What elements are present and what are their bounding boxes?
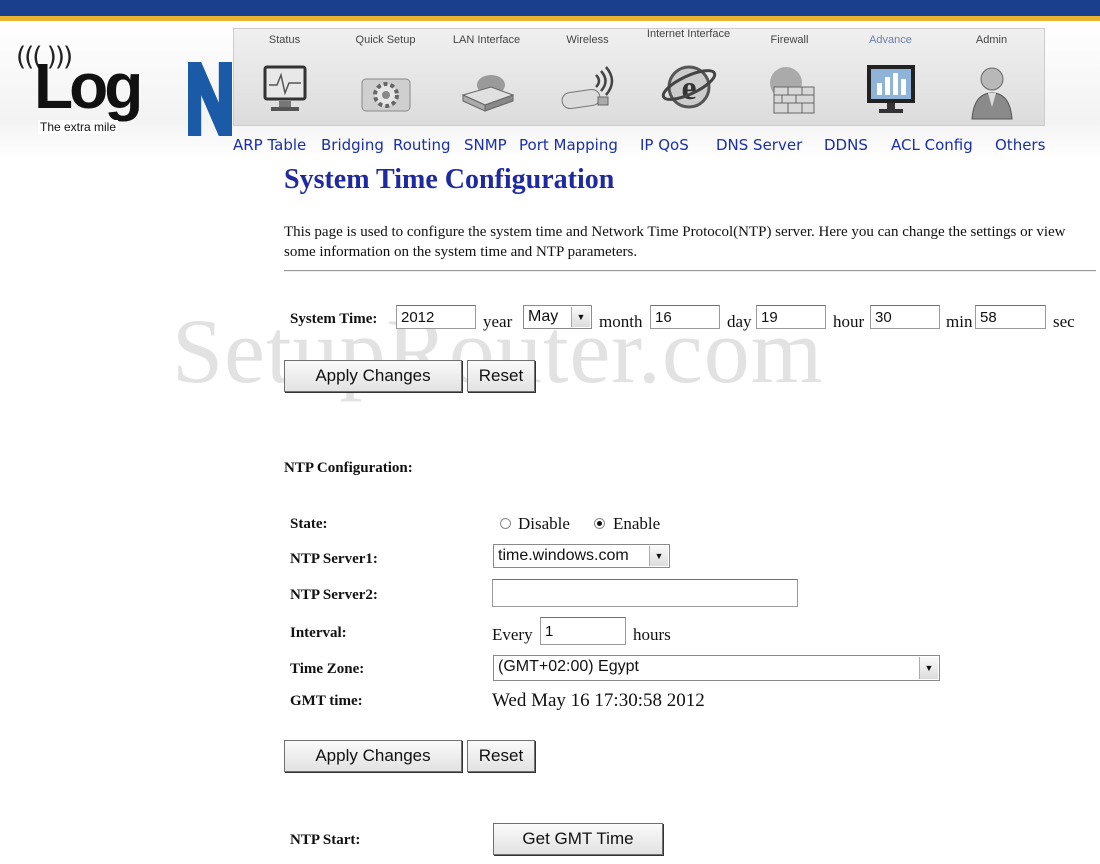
nav-acl-config[interactable]: ACL Config [891, 136, 973, 154]
logo-n-icon [188, 62, 232, 136]
nav-arp-table[interactable]: ARP Table [233, 136, 306, 154]
month-select[interactable]: May ▼ [523, 305, 592, 329]
chevron-down-icon: ▼ [919, 657, 938, 679]
min-label: min [946, 312, 973, 331]
time-zone-value: (GMT+02:00) Egypt [498, 658, 639, 675]
tab-label: LAN Interface [452, 34, 521, 46]
sec-input[interactable] [975, 305, 1046, 329]
monitor-icon [263, 65, 306, 111]
tab-label: Status [268, 34, 301, 46]
page-title: System Time Configuration [284, 164, 615, 195]
tab-lan-interface[interactable]: LAN Interface [436, 29, 537, 125]
tab-firewall[interactable]: Firewall [739, 29, 840, 125]
page-description: This page is used to configure the syste… [284, 224, 1066, 260]
tab-label: Internet Interface [646, 28, 731, 40]
interval-unit: hours [633, 625, 671, 644]
tab-label: Quick Setup [355, 34, 416, 46]
apply-changes-button[interactable]: Apply Changes [284, 360, 462, 392]
month-label: month [599, 312, 643, 331]
main-tabs: Status Quick Setup LAN Interface Wireles… [233, 28, 1045, 126]
state-disable-label: Disable [518, 514, 570, 533]
state-disable-radio[interactable] [500, 518, 511, 529]
ntp-reset-button[interactable]: Reset [467, 740, 535, 772]
chevron-down-icon: ▼ [649, 546, 668, 566]
ntp-server1-value: time.windows.com [498, 547, 629, 564]
logo-word: Log [34, 50, 143, 122]
interval-input[interactable] [540, 617, 626, 645]
time-zone-label: Time Zone: [290, 661, 365, 677]
month-select-value: May [528, 308, 559, 325]
advanced-monitor-icon [866, 65, 915, 113]
state-enable-radio[interactable] [594, 518, 605, 529]
nav-others[interactable]: Others [995, 136, 1045, 154]
tab-advance[interactable]: Advance [840, 29, 941, 125]
tab-internet-interface[interactable]: Internet Interface e [638, 28, 739, 125]
get-gmt-time-button[interactable]: Get GMT Time [493, 823, 663, 855]
year-label: year [483, 312, 513, 331]
divider [284, 270, 1096, 272]
tab-label: Wireless [566, 34, 609, 46]
nav-snmp[interactable]: SNMP [464, 136, 507, 154]
router-icon [461, 75, 514, 112]
firewall-icon [769, 67, 814, 114]
ntp-start-label: NTP Start: [290, 832, 361, 848]
state-enable-label: Enable [613, 514, 661, 533]
tab-label: Firewall [770, 34, 809, 46]
tab-admin[interactable]: Admin [941, 29, 1042, 125]
ntp-server2-input[interactable] [492, 579, 798, 607]
nav-bridging[interactable]: Bridging [321, 136, 384, 154]
logo-tagline: The extra mile [38, 120, 119, 134]
system-time-label: System Time: [290, 311, 378, 327]
reset-button[interactable]: Reset [467, 360, 535, 392]
interval-label: Interval: [290, 625, 347, 641]
tab-quick-setup[interactable]: Quick Setup [335, 29, 436, 125]
interval-prefix: Every [492, 625, 533, 644]
gmt-time-value: Wed May 16 17:30:58 2012 [492, 690, 705, 711]
ntp-configuration-heading: NTP Configuration: [284, 460, 413, 476]
usb-wireless-icon [561, 66, 613, 110]
internet-explorer-icon: e [661, 65, 716, 109]
tab-label: Admin [975, 34, 1008, 46]
ntp-server2-label: NTP Server2: [290, 587, 378, 603]
ntp-server1-select[interactable]: time.windows.com ▼ [493, 544, 670, 568]
tab-wireless[interactable]: Wireless [537, 29, 638, 125]
day-label: day [727, 312, 752, 331]
chevron-down-icon: ▼ [571, 307, 590, 327]
gmt-time-label: GMT time: [290, 693, 363, 709]
year-input[interactable] [396, 305, 476, 329]
nav-routing[interactable]: Routing [393, 136, 451, 154]
day-input[interactable] [650, 305, 720, 329]
logo: ((( ))) Log The extra mile [12, 42, 232, 142]
tab-status[interactable]: Status [234, 29, 335, 125]
hour-label: hour [833, 312, 865, 331]
time-zone-select[interactable]: (GMT+02:00) Egypt ▼ [493, 655, 940, 681]
min-input[interactable] [870, 305, 940, 329]
nav-ip-qos[interactable]: IP QoS [640, 136, 689, 154]
hour-input[interactable] [756, 305, 826, 329]
admin-user-icon [970, 67, 1013, 120]
sub-navigation: ARP Table Bridging Routing SNMP Port Map… [233, 136, 1063, 156]
nav-dns-server[interactable]: DNS Server [716, 136, 802, 154]
sec-label: sec [1053, 312, 1075, 331]
nav-ddns[interactable]: DDNS [824, 136, 868, 154]
state-label: State: [290, 516, 328, 532]
top-banner [0, 0, 1100, 21]
nav-port-mapping[interactable]: Port Mapping [519, 136, 618, 154]
tab-label: Advance [869, 34, 912, 46]
ntp-server1-label: NTP Server1: [290, 551, 378, 567]
gears-icon [361, 78, 410, 112]
ntp-apply-changes-button[interactable]: Apply Changes [284, 740, 462, 772]
